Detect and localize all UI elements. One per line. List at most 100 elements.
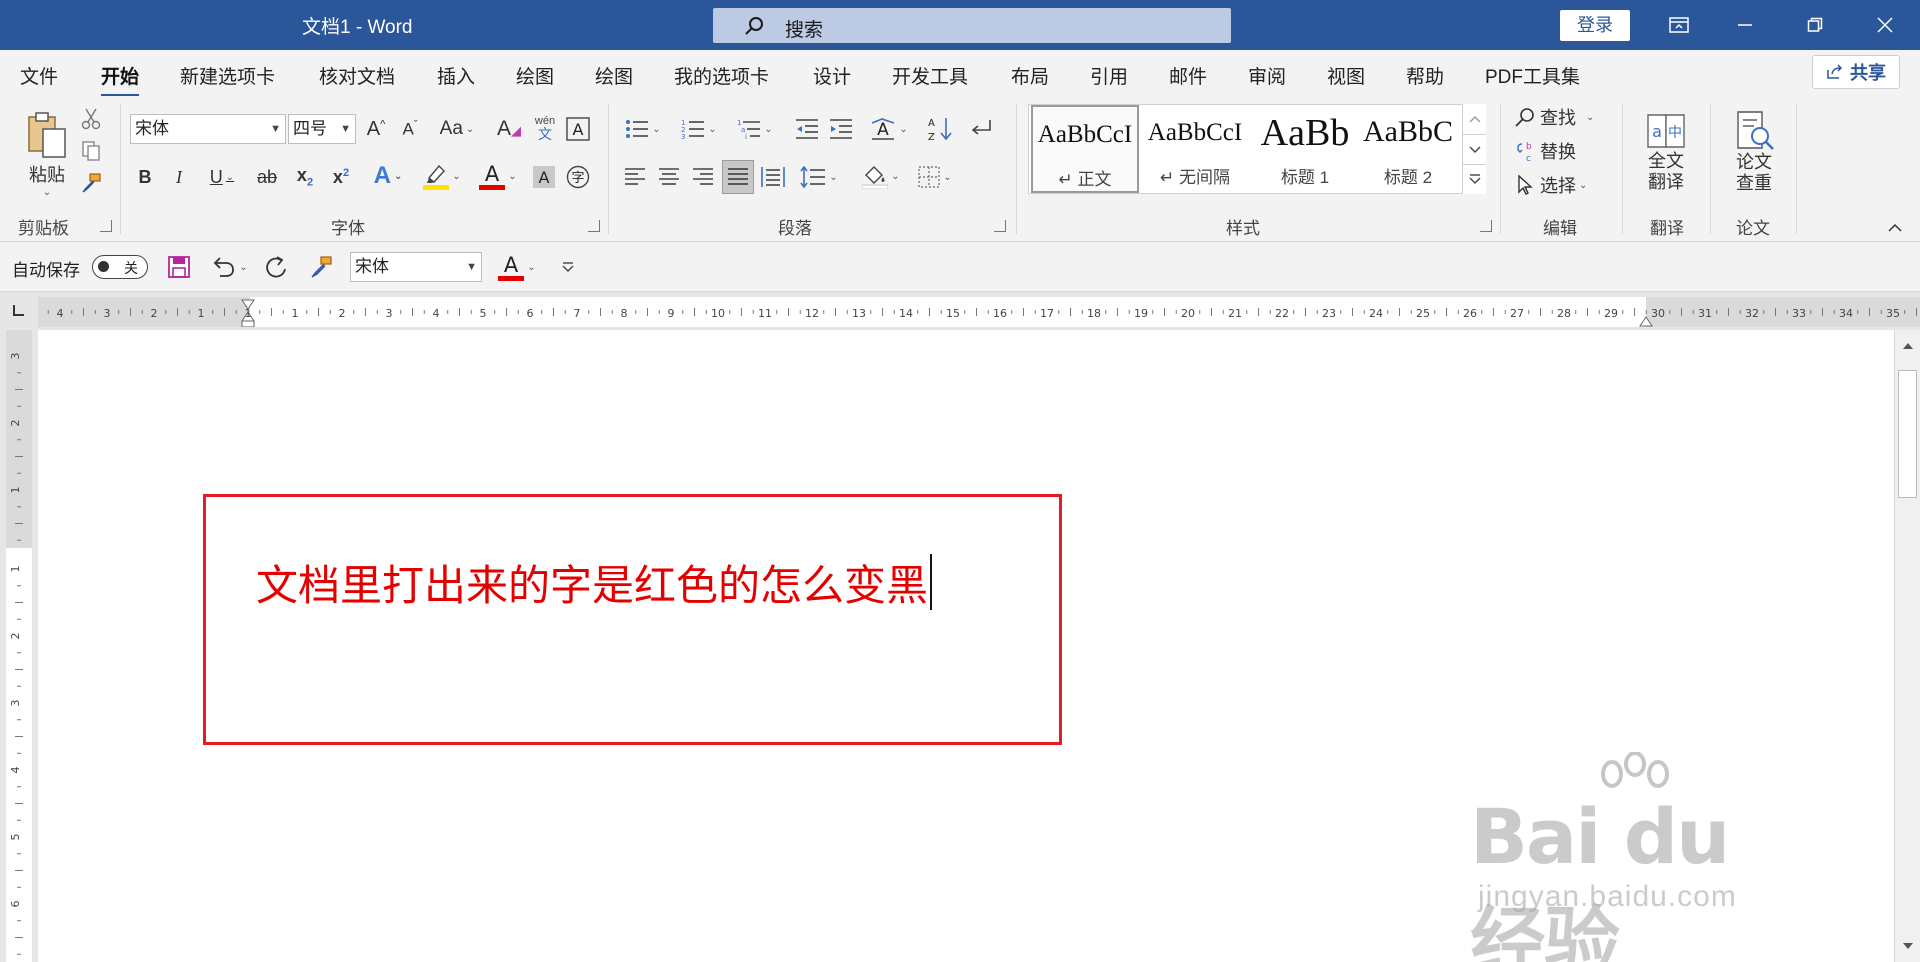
paste-button[interactable]: 粘贴 ⌄ xyxy=(18,104,76,204)
tab-references[interactable]: 引用 xyxy=(1090,62,1128,89)
strikethrough-button[interactable]: ab xyxy=(252,162,282,192)
format-painter-button[interactable] xyxy=(78,170,104,196)
phonetic-guide-button[interactable]: wén 文 xyxy=(530,110,560,146)
tab-new-tab[interactable]: 新建选项卡 xyxy=(180,62,275,89)
collapse-ribbon-button[interactable] xyxy=(1884,220,1906,236)
multilevel-list-button[interactable]: 1ai ⌄ xyxy=(732,114,778,144)
ruler-label: 13 xyxy=(852,307,866,320)
select-button[interactable]: 选择 ⌄ xyxy=(1514,170,1604,200)
redo-button[interactable] xyxy=(262,252,292,282)
minimize-button[interactable] xyxy=(1712,0,1778,50)
style-no-spacing[interactable]: AaBbCcI ↵ 无间隔 xyxy=(1141,105,1249,193)
quick-font-combo[interactable]: 宋体 ▼ xyxy=(350,252,482,282)
numbering-button[interactable]: 123 ⌄ xyxy=(676,114,722,144)
underline-button[interactable]: U ⌄ xyxy=(200,162,244,192)
customize-qat-button[interactable] xyxy=(556,252,580,282)
tab-review[interactable]: 审阅 xyxy=(1248,62,1286,89)
styles-scroll-up-button[interactable] xyxy=(1463,104,1486,134)
quick-font-color-button[interactable]: A ⌄ xyxy=(494,250,540,284)
numbering-chevron-down-icon: ⌄ xyxy=(708,123,717,135)
line-spacing-button[interactable]: ⌄ xyxy=(796,162,842,192)
styles-dialog-launcher-icon[interactable] xyxy=(1480,220,1492,232)
align-right-button[interactable] xyxy=(688,162,718,192)
chinese-layout-button[interactable]: A ⌄ xyxy=(866,114,912,144)
borders-button[interactable]: ⌄ xyxy=(912,162,958,192)
highlight-color-button[interactable]: ⌄ xyxy=(418,160,466,192)
tab-view[interactable]: 视图 xyxy=(1327,62,1365,89)
tab-my-tab[interactable]: 我的选项卡 xyxy=(674,62,769,89)
document-text-line[interactable]: 文档里打出来的字是红色的怎么变黑 xyxy=(256,552,933,613)
font-name-combo[interactable]: 宋体 ▼ xyxy=(130,114,286,144)
format-painter-quick-button[interactable] xyxy=(306,252,336,282)
align-center-button[interactable] xyxy=(654,162,684,192)
undo-button[interactable]: ⌄ xyxy=(206,252,252,282)
ruler-label: 27 xyxy=(1510,307,1524,320)
enclose-characters-button[interactable]: 字 xyxy=(564,162,592,192)
font-name-value: 宋体 xyxy=(135,119,169,138)
style-normal[interactable]: AaBbCcI ↵ 正文 xyxy=(1031,105,1139,193)
styles-scroll-down-button[interactable] xyxy=(1463,134,1486,164)
cut-button[interactable] xyxy=(78,106,104,132)
vertical-scrollbar[interactable] xyxy=(1894,330,1920,962)
subscript-button[interactable]: x2 xyxy=(290,162,320,192)
grow-font-button[interactable]: A^ xyxy=(362,114,390,144)
bold-button[interactable]: B xyxy=(132,162,158,192)
autosave-toggle[interactable]: 关 xyxy=(92,255,148,279)
increase-indent-button[interactable] xyxy=(826,114,856,144)
font-color-button[interactable]: A ⌄ xyxy=(474,160,522,192)
justify-button[interactable] xyxy=(722,160,754,194)
horizontal-ruler[interactable]: 4 3 2 1 1 1 2 3 4 5 6 7 8 9 10 11 12 13 14 15 16 17 18 19 20 21 22… xyxy=(24,297,1920,328)
decrease-indent-button[interactable] xyxy=(792,114,822,144)
paper-check-button[interactable]: 论文 查重 xyxy=(1722,102,1786,202)
tab-developer[interactable]: 开发工具 xyxy=(892,62,968,89)
ribbon-display-options-button[interactable] xyxy=(1646,0,1712,50)
align-left-button[interactable] xyxy=(620,162,650,192)
change-case-button[interactable]: Aa ⌄ xyxy=(434,114,480,144)
full-text-translate-button[interactable]: a中 全文 翻译 xyxy=(1634,102,1698,202)
paragraph-dialog-launcher-icon[interactable] xyxy=(994,220,1006,232)
style-heading-1[interactable]: AaBb 标题 1 xyxy=(1251,105,1359,193)
share-button[interactable]: 共享 xyxy=(1812,55,1900,89)
tab-pdf-tools[interactable]: PDF工具集 xyxy=(1485,62,1580,89)
text-effects-button[interactable]: A ⌄ xyxy=(366,160,410,192)
login-button[interactable]: 登录 xyxy=(1560,10,1630,41)
italic-button[interactable]: I xyxy=(166,162,192,192)
scroll-up-button[interactable] xyxy=(1895,334,1920,358)
styles-more-button[interactable] xyxy=(1463,164,1486,193)
character-shading-button[interactable]: A xyxy=(530,162,558,192)
sort-button[interactable]: AZ xyxy=(926,114,956,144)
tab-home[interactable]: 开始 xyxy=(101,62,140,97)
search-box[interactable]: 搜索 xyxy=(713,8,1231,43)
distributed-button[interactable] xyxy=(758,162,788,192)
close-button[interactable] xyxy=(1852,0,1918,50)
character-border-button[interactable]: A xyxy=(564,114,592,144)
tab-mailings[interactable]: 邮件 xyxy=(1169,62,1207,89)
tab-proofread[interactable]: 核对文档 xyxy=(319,62,395,89)
clear-formatting-button[interactable]: A◢ xyxy=(494,114,524,144)
superscript-button[interactable]: x2 xyxy=(326,162,356,192)
font-dialog-launcher-icon[interactable] xyxy=(588,220,600,232)
shrink-font-button[interactable]: Aˇ xyxy=(396,114,424,144)
tab-selector[interactable] xyxy=(0,293,36,329)
replace-button[interactable]: bc 替换 xyxy=(1514,136,1604,166)
show-paragraph-marks-button[interactable] xyxy=(966,114,996,144)
scroll-down-button[interactable] xyxy=(1895,934,1920,958)
scrollbar-thumb[interactable] xyxy=(1898,370,1917,498)
tab-design[interactable]: 设计 xyxy=(813,62,851,89)
tab-draw-2[interactable]: 绘图 xyxy=(595,62,633,89)
tab-insert[interactable]: 插入 xyxy=(437,62,475,89)
tab-help[interactable]: 帮助 xyxy=(1406,62,1444,89)
find-button[interactable]: 查找 ⌄ xyxy=(1514,102,1604,132)
tab-draw[interactable]: 绘图 xyxy=(516,62,554,89)
bullets-button[interactable]: ⌄ xyxy=(620,114,666,144)
shading-button[interactable]: ⌄ xyxy=(858,160,904,192)
vertical-ruler[interactable]: 3 2 1 1 2 3 4 5 6 xyxy=(6,330,32,962)
tab-layout[interactable]: 布局 xyxy=(1011,62,1049,89)
copy-button[interactable] xyxy=(78,138,104,164)
font-size-combo[interactable]: 四号 ▼ xyxy=(288,114,356,144)
restore-button[interactable] xyxy=(1782,0,1848,50)
style-heading-2[interactable]: AaBbC 标题 2 xyxy=(1353,105,1463,193)
save-button[interactable] xyxy=(164,252,194,282)
clipboard-dialog-launcher-icon[interactable] xyxy=(100,220,112,232)
tab-file[interactable]: 文件 xyxy=(20,62,58,89)
